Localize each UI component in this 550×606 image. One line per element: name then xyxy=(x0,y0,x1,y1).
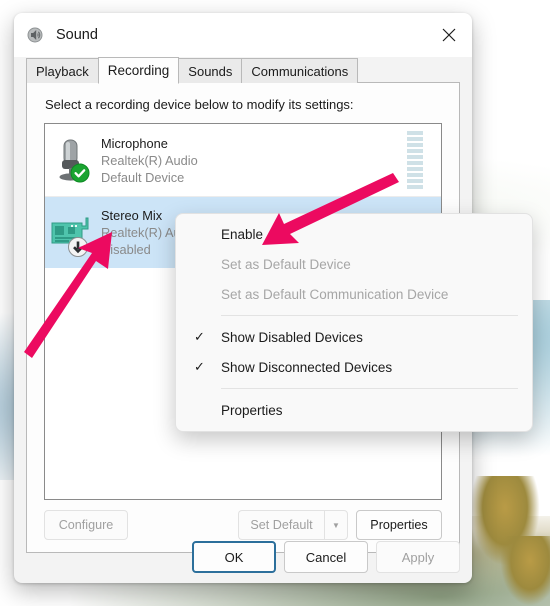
device-action-buttons: Configure Set Default ▼ Properties xyxy=(44,510,442,540)
tab-communications[interactable]: Communications xyxy=(241,58,359,83)
set-default-button-label: Set Default xyxy=(250,518,313,532)
cancel-button[interactable]: Cancel xyxy=(284,541,368,573)
sound-card-icon xyxy=(45,209,101,257)
dialog-footer: OK Cancel Apply xyxy=(14,541,472,573)
menu-item-set-as-default-communication-device-label: Set as Default Communication Device xyxy=(221,286,449,302)
tab-sounds-label: Sounds xyxy=(188,63,233,79)
tab-sounds[interactable]: Sounds xyxy=(178,58,243,83)
menu-item-set-as-default-device[interactable]: Set as Default Device xyxy=(176,249,532,279)
device-info: Microphone Realtek(R) Audio Default Devi… xyxy=(101,135,407,186)
table-row[interactable]: Microphone Realtek(R) Audio Default Devi… xyxy=(45,124,441,196)
set-default-split-button: Set Default ▼ xyxy=(238,510,348,540)
configure-button[interactable]: Configure xyxy=(44,510,128,540)
menu-item-properties-label: Properties xyxy=(221,402,283,418)
menu-item-show-disconnected-devices-label: Show Disconnected Devices xyxy=(221,359,393,375)
configure-button-label: Configure xyxy=(58,518,114,532)
menu-separator xyxy=(221,315,518,316)
menu-item-enable[interactable]: Enable xyxy=(176,219,532,249)
window-title: Sound xyxy=(56,27,98,43)
tab-communications-label: Communications xyxy=(251,63,349,79)
tab-playback[interactable]: Playback xyxy=(26,58,99,83)
checkmark-icon: ✓ xyxy=(194,359,205,374)
properties-button-label: Properties xyxy=(370,518,428,532)
ok-button-label: OK xyxy=(224,549,244,565)
menu-item-show-disabled-devices[interactable]: ✓ Show Disabled Devices xyxy=(176,322,532,352)
menu-separator xyxy=(221,388,518,389)
cancel-button-label: Cancel xyxy=(305,549,347,565)
apply-button-label: Apply xyxy=(401,549,435,565)
tab-recording[interactable]: Recording xyxy=(97,57,180,84)
properties-button[interactable]: Properties xyxy=(356,510,442,540)
tab-recording-label: Recording xyxy=(107,63,170,78)
device-name: Microphone xyxy=(101,135,168,151)
tab-strip: Playback Recording Sounds Communications xyxy=(14,57,472,84)
speaker-icon xyxy=(26,25,46,45)
ok-button[interactable]: OK xyxy=(192,541,276,573)
device-driver: Realtek(R) Audio xyxy=(101,152,198,168)
checkmark-icon: ✓ xyxy=(194,329,205,344)
menu-item-show-disabled-devices-label: Show Disabled Devices xyxy=(221,329,363,345)
apply-button[interactable]: Apply xyxy=(376,541,460,573)
set-default-button[interactable]: Set Default xyxy=(238,510,324,540)
wallpaper-tree xyxy=(500,536,550,606)
menu-item-set-as-default-device-label: Set as Default Device xyxy=(221,256,351,272)
microphone-icon xyxy=(45,136,101,184)
menu-item-enable-label: Enable xyxy=(221,226,264,242)
device-status: Default Device xyxy=(101,169,185,185)
tab-playback-label: Playback xyxy=(36,63,89,79)
panel-prompt: Select a recording device below to modif… xyxy=(45,97,354,112)
title-bar: Sound xyxy=(14,13,472,57)
menu-item-set-as-default-communication-device[interactable]: Set as Default Communication Device xyxy=(176,279,532,309)
level-meter xyxy=(407,131,423,189)
chevron-down-icon[interactable]: ▼ xyxy=(324,510,348,540)
close-icon[interactable] xyxy=(426,13,472,57)
menu-item-show-disconnected-devices[interactable]: ✓ Show Disconnected Devices xyxy=(176,352,532,382)
menu-item-properties[interactable]: Properties xyxy=(176,395,532,425)
device-context-menu: Enable Set as Default Device Set as Defa… xyxy=(175,213,533,432)
set-default-arrow-glyph: ▼ xyxy=(332,520,340,530)
